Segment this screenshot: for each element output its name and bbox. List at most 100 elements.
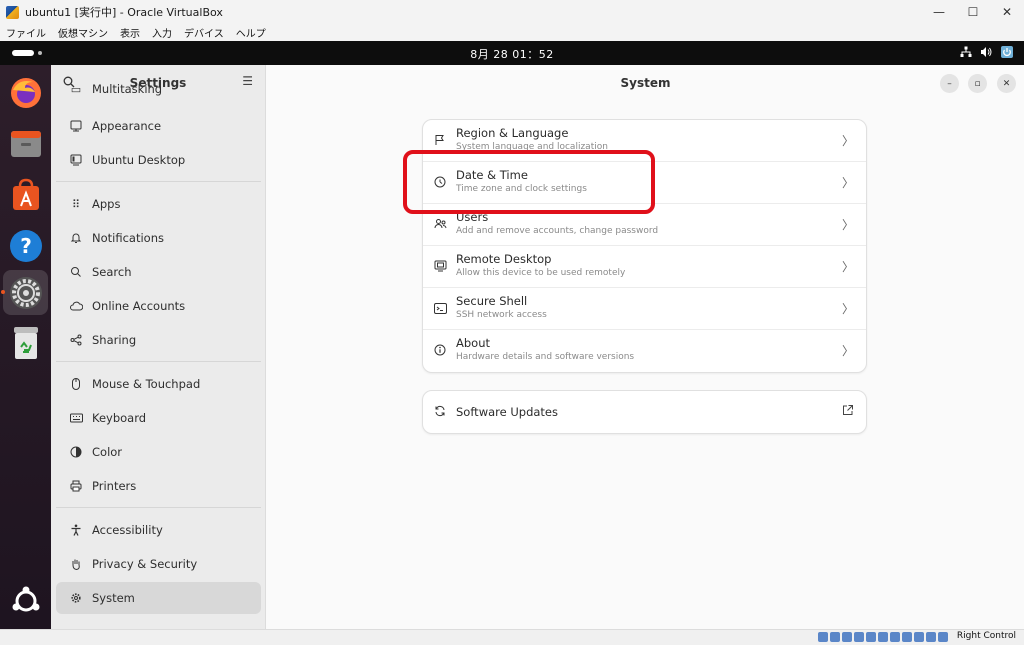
page-title: System	[620, 76, 671, 90]
row-title: Region & Language	[456, 126, 569, 140]
network-status-icon[interactable]	[854, 632, 864, 642]
trash-icon	[13, 326, 38, 359]
row-software-updates[interactable]: Software Updates	[423, 391, 866, 433]
keyboard-status-icon[interactable]	[938, 632, 948, 642]
sidebar-item-label: Color	[92, 445, 123, 459]
sidebar-item-keyboard[interactable]: Keyboard	[56, 402, 261, 434]
accessibility-icon	[66, 524, 86, 536]
dock-settings[interactable]	[1, 270, 48, 315]
sidebar-item-label: Multitasking	[92, 82, 163, 96]
cpu-icon[interactable]	[914, 632, 924, 642]
topbar-clock[interactable]: 8月 28 01：52	[0, 46, 1024, 62]
hand-icon	[66, 558, 86, 570]
dock-app-center[interactable]	[3, 172, 48, 217]
sidebar-item-mouse-touchpad[interactable]: Mouse & Touchpad	[56, 368, 261, 400]
close-button[interactable]: ✕	[990, 0, 1024, 24]
printer-icon	[66, 480, 86, 492]
sidebar-item-privacy-security[interactable]: Privacy & Security	[56, 548, 261, 580]
flag-icon	[433, 133, 447, 147]
dock-firefox[interactable]	[3, 70, 48, 115]
host-titlebar: ubuntu1 [実行中] - Oracle VirtualBox — ☐ ✕	[0, 0, 1024, 24]
row-remote-desktop[interactable]: Remote Desktop Allow this device to be u…	[423, 246, 866, 288]
device-status-icons	[818, 632, 948, 642]
sidebar-item-color[interactable]: Color	[56, 436, 261, 468]
audio-icon[interactable]	[842, 632, 852, 642]
dock-trash[interactable]	[3, 320, 48, 365]
cloud-icon	[66, 301, 86, 311]
remote-desktop-icon	[433, 259, 447, 273]
users-icon	[433, 217, 447, 231]
running-indicator	[1, 290, 5, 294]
sidebar-item-system[interactable]: System	[56, 582, 261, 614]
recording-icon[interactable]	[902, 632, 912, 642]
sidebar-item-notifications[interactable]: Notifications	[56, 222, 261, 254]
software-updates-card: Software Updates	[422, 390, 867, 434]
minimize-button[interactable]: —	[922, 0, 956, 24]
apps-icon: ⠿	[71, 197, 81, 211]
firefox-icon	[10, 77, 41, 108]
row-subtitle: Add and remove accounts, change password	[456, 226, 659, 236]
optical-drive-icon[interactable]	[830, 632, 840, 642]
menu-view[interactable]: 表示	[120, 25, 140, 40]
sidebar-item-ubuntu-desktop[interactable]: Ubuntu Desktop	[56, 144, 261, 176]
sidebar-item-appearance[interactable]: Appearance	[56, 110, 261, 142]
storage-icon[interactable]	[818, 632, 828, 642]
menu-input[interactable]: 入力	[152, 25, 172, 40]
ubuntu-logo-icon	[12, 586, 39, 611]
maximize-button[interactable]: ☐	[956, 0, 990, 24]
settings-icon	[9, 276, 42, 309]
volume-icon[interactable]	[980, 46, 992, 58]
dock-show-apps[interactable]	[3, 578, 48, 623]
terminal-icon	[433, 301, 447, 315]
sidebar-item-sharing[interactable]: Sharing	[56, 324, 261, 356]
power-icon[interactable]	[1000, 45, 1014, 59]
menu-machine[interactable]: 仮想マシン	[58, 25, 108, 40]
row-title: Secure Shell	[456, 294, 528, 308]
window-maximize-button[interactable]: ▫	[968, 74, 987, 93]
chevron-right-icon: 〉	[841, 344, 854, 358]
sidebar-item-printers[interactable]: Printers	[56, 470, 261, 502]
network-icon[interactable]	[960, 46, 972, 58]
sidebar-item-label: System	[92, 591, 135, 605]
info-icon	[433, 343, 447, 357]
sidebar-separator	[56, 181, 261, 182]
dock-files[interactable]	[3, 121, 48, 166]
multitasking-icon: ▭	[70, 82, 82, 96]
host-window-title: ubuntu1 [実行中] - Oracle VirtualBox	[25, 6, 223, 19]
sidebar-item-label: Search	[92, 265, 132, 279]
gear-icon	[66, 592, 86, 604]
sidebar-item-multitasking[interactable]: ▭ Multitasking	[56, 73, 261, 105]
row-about[interactable]: About Hardware details and software vers…	[423, 330, 866, 372]
sidebar-item-search[interactable]: Search	[56, 256, 261, 288]
chevron-right-icon: 〉	[841, 302, 854, 316]
sidebar-item-label: Notifications	[92, 231, 164, 245]
highlight-box	[403, 150, 655, 214]
sidebar-item-accessibility[interactable]: Accessibility	[56, 514, 261, 546]
dock-help[interactable]: ?	[3, 223, 48, 268]
shared-folders-icon[interactable]	[878, 632, 888, 642]
row-secure-shell[interactable]: Secure Shell SSH network access 〉	[423, 288, 866, 330]
sidebar-item-label: Ubuntu Desktop	[92, 153, 186, 167]
sidebar-item-label: Sharing	[92, 333, 137, 347]
mouse-integration-icon[interactable]	[926, 632, 936, 642]
row-title: Software Updates	[456, 405, 558, 419]
chevron-right-icon: 〉	[841, 134, 854, 148]
menu-file[interactable]: ファイル	[6, 25, 46, 40]
external-link-icon	[842, 404, 854, 419]
menu-help[interactable]: ヘルプ	[236, 25, 266, 40]
guest-screen: 8月 28 01：52 ? Settings ☰ ▭ Multitasking …	[0, 41, 1024, 629]
window-minimize-button[interactable]: –	[940, 74, 959, 93]
display-icon[interactable]	[890, 632, 900, 642]
usb-icon[interactable]	[866, 632, 876, 642]
sidebar-item-label: Appearance	[92, 119, 162, 133]
chevron-right-icon: 〉	[841, 260, 854, 274]
virtualbox-icon	[6, 5, 19, 19]
menu-devices[interactable]: デバイス	[184, 25, 224, 40]
window-close-button[interactable]: ✕	[997, 74, 1016, 93]
search-icon	[66, 266, 86, 278]
sidebar-item-apps[interactable]: ⠿ Apps	[56, 188, 261, 220]
host-statusbar: Right Control	[0, 629, 1024, 645]
host-key-label: Right Control	[956, 631, 1016, 641]
sidebar-item-online-accounts[interactable]: Online Accounts	[56, 290, 261, 322]
chevron-right-icon: 〉	[841, 176, 854, 190]
